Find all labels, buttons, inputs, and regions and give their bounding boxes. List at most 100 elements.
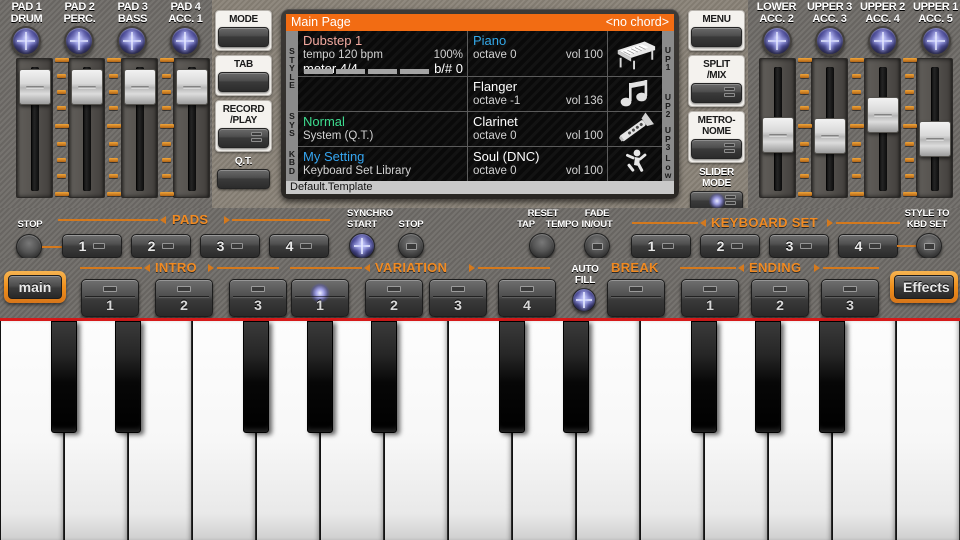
slider-4-handle[interactable]	[176, 69, 208, 105]
slider-tick	[109, 174, 118, 178]
black-key[interactable]	[691, 321, 717, 433]
lcd-display[interactable]: Main Page <no chord> STYLE SYS KBD	[286, 14, 674, 194]
slider-2[interactable]	[68, 58, 105, 198]
intro-button-1[interactable]: 1	[81, 279, 139, 317]
menu-button-group[interactable]: MENU	[688, 10, 745, 51]
variation-button-1[interactable]: 1	[291, 279, 349, 317]
slider-5-handle[interactable]	[762, 117, 794, 153]
ending-button-3[interactable]: 3	[821, 279, 879, 317]
pad-button-1-drum[interactable]	[11, 26, 41, 56]
part-button-upper3-acc3[interactable]	[815, 26, 845, 56]
fade-in-out-button[interactable]	[584, 233, 610, 259]
menu-button[interactable]	[691, 27, 742, 47]
metronome-button-group[interactable]: METRO- NOME	[688, 111, 745, 163]
slider-7[interactable]	[864, 58, 901, 198]
lcd-row-sys[interactable]: Normal System (Q.T.) Clarinet octave 0 v…	[298, 111, 662, 146]
lcd-row-upper2[interactable]: Flanger octave -1 vol 136	[298, 76, 662, 111]
style-cell[interactable]: Dubstep 1 tempo 120 bpm 100% meter 4/4 b…	[298, 31, 468, 76]
main-button-frame[interactable]: main	[4, 271, 66, 303]
white-key[interactable]	[896, 321, 960, 540]
slider-2-handle[interactable]	[71, 69, 103, 105]
effects-button[interactable]: Effects	[894, 275, 954, 299]
split-mix-button-group[interactable]: SPLIT /MIX	[688, 55, 745, 107]
split-mix-button[interactable]	[691, 83, 742, 103]
black-key[interactable]	[755, 321, 781, 433]
keyboard-set-3[interactable]: 3	[769, 234, 829, 258]
mode-button-group[interactable]: MODE	[215, 10, 272, 51]
slider-tick	[162, 142, 171, 146]
keyboard-set-1[interactable]: 1	[631, 234, 691, 258]
lower-sound-name: Soul (DNC)	[473, 149, 603, 164]
slider-6-handle[interactable]	[814, 118, 846, 154]
break-led-icon	[629, 286, 643, 292]
black-key[interactable]	[563, 321, 589, 433]
auto-fill-button[interactable]	[572, 288, 596, 312]
black-key[interactable]	[499, 321, 525, 433]
slider-6[interactable]	[811, 58, 848, 198]
lcd-row-kbd[interactable]: My Setting Keyboard Set Library Soul (DN…	[298, 146, 662, 181]
pad-button-2-perc[interactable]	[64, 26, 94, 56]
pad-label-2: PAD 2PERC.	[53, 2, 106, 25]
pad-select-3[interactable]: 3	[200, 234, 260, 258]
lcd-row-style[interactable]: Dubstep 1 tempo 120 bpm 100% meter 4/4 b…	[298, 31, 662, 76]
break-button[interactable]	[607, 279, 665, 317]
slider-3[interactable]	[121, 58, 158, 198]
slider-scale-7	[902, 58, 918, 198]
black-key[interactable]	[307, 321, 333, 433]
black-key[interactable]	[371, 321, 397, 433]
pad-button-4-acc1[interactable]	[170, 26, 200, 56]
ending-button-1[interactable]: 1	[681, 279, 739, 317]
synchro-stop-label: STOP	[389, 220, 433, 231]
slider-mode-lit-icon	[709, 193, 725, 209]
upper2-sound-cell[interactable]: Flanger octave -1 vol 136	[468, 77, 608, 111]
upper3-sound-cell[interactable]: Clarinet octave 0 vol 100	[468, 112, 608, 146]
record-play-button[interactable]	[218, 128, 269, 148]
synchro-stop-button[interactable]	[398, 233, 424, 259]
kbd-set-cell[interactable]: My Setting Keyboard Set Library	[298, 147, 468, 181]
metronome-button[interactable]	[691, 139, 742, 159]
black-key[interactable]	[819, 321, 845, 433]
slider-5[interactable]	[759, 58, 796, 198]
variation-button-2[interactable]: 2	[365, 279, 423, 317]
upper1-sound-cell[interactable]: Piano octave 0 vol 100	[468, 31, 608, 76]
intro-button-3[interactable]: 3	[229, 279, 287, 317]
ending-button-2[interactable]: 2	[751, 279, 809, 317]
slider-1-handle[interactable]	[19, 69, 51, 105]
slider-7-handle[interactable]	[867, 97, 899, 133]
sys-cell[interactable]: Normal System (Q.T.)	[298, 112, 468, 146]
black-key[interactable]	[51, 321, 77, 433]
part-button-lower-acc2[interactable]	[762, 26, 792, 56]
style-to-kbd-set-button[interactable]	[916, 233, 942, 259]
piano-keyboard[interactable]	[0, 318, 960, 540]
part-button-upper1-acc5[interactable]	[921, 26, 951, 56]
main-button[interactable]: main	[8, 275, 62, 299]
slider-4[interactable]	[173, 58, 210, 198]
tab-button[interactable]	[218, 72, 269, 92]
record-play-button-group[interactable]: RECORD /PLAY	[215, 100, 272, 152]
variation-button-4[interactable]: 4	[498, 279, 556, 317]
slider-1[interactable]	[16, 58, 53, 198]
black-key[interactable]	[243, 321, 269, 433]
qt-button[interactable]	[217, 169, 270, 189]
pad-button-3-bass[interactable]	[117, 26, 147, 56]
reset-tap-tempo-button[interactable]	[529, 233, 555, 259]
pad-select-1[interactable]: 1	[62, 234, 122, 258]
variation-button-3[interactable]: 3	[429, 279, 487, 317]
intro-button-2[interactable]: 2	[155, 279, 213, 317]
part-button-upper2-acc4[interactable]	[868, 26, 898, 56]
slider-8-handle[interactable]	[919, 121, 951, 157]
slider-tick	[162, 90, 171, 94]
keyboard-set-2[interactable]: 2	[700, 234, 760, 258]
lower-sound-cell[interactable]: Soul (DNC) octave 0 vol 100	[468, 147, 608, 181]
pad-select-2[interactable]: 2	[131, 234, 191, 258]
stop-button[interactable]	[16, 234, 42, 260]
mode-button[interactable]	[218, 27, 269, 47]
slider-8[interactable]	[916, 58, 953, 198]
black-key[interactable]	[115, 321, 141, 433]
tab-button-group[interactable]: TAB	[215, 55, 272, 96]
keyboard-set-4[interactable]: 4	[838, 234, 898, 258]
synchro-start-button[interactable]	[349, 233, 375, 259]
pad-select-4[interactable]: 4	[269, 234, 329, 258]
effects-button-frame[interactable]: Effects	[890, 271, 958, 303]
slider-3-handle[interactable]	[124, 69, 156, 105]
